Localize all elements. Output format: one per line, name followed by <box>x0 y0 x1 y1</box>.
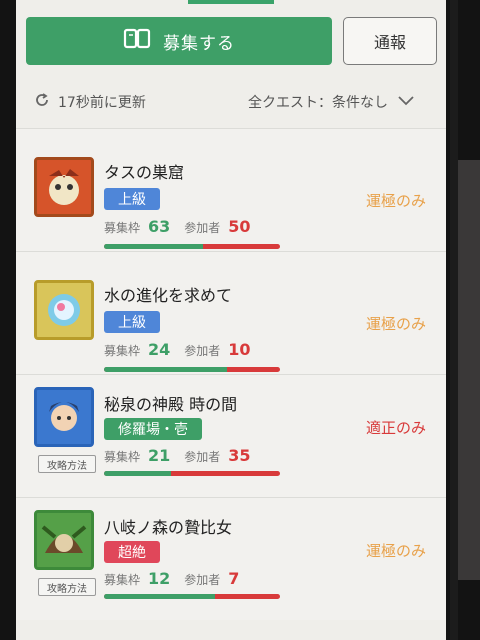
quest-stats: 募集枠 24 参加者 10 <box>104 340 251 359</box>
quest-list: タスの巣窟 上級 募集枠 63 参加者 50 運極のみ 水の進化を求めて 上級 … <box>16 128 446 620</box>
slots-count: 12 <box>148 569 171 588</box>
participants-count: 10 <box>228 340 251 359</box>
progress-fill <box>104 594 215 599</box>
difficulty-badge: 修羅場・壱 <box>104 418 202 440</box>
progress-fill <box>104 471 171 476</box>
condition-label: 運極のみ <box>365 192 426 210</box>
slots-count: 63 <box>148 217 171 236</box>
participants-label: 参加者 <box>184 573 221 587</box>
slots-count: 21 <box>148 446 171 465</box>
quest-stats: 募集枠 12 参加者 7 <box>104 569 239 588</box>
slots-label: 募集枠 <box>104 573 141 587</box>
recruit-label: 募集する <box>163 33 235 54</box>
difficulty-badge: 上級 <box>104 188 160 210</box>
condition-label: 適正のみ <box>365 419 426 437</box>
guide-button[interactable]: 攻略方法 <box>38 578 96 596</box>
guide-button[interactable]: 攻略方法 <box>38 455 96 473</box>
report-button[interactable]: 通報 <box>343 17 437 65</box>
monster-thumbnail <box>34 510 94 570</box>
quest-title: タスの巣窟 <box>104 163 185 182</box>
quest-filter-dropdown[interactable]: 全クエスト：条件なし <box>248 92 414 112</box>
condition-label: 運極のみ <box>365 542 426 560</box>
slots-count: 24 <box>148 340 171 359</box>
progress-fill <box>104 367 228 372</box>
quest-title: 秘泉の神殿 時の間 <box>104 395 238 414</box>
refresh-status[interactable]: 17秒前に更新 <box>34 92 146 112</box>
participants-label: 参加者 <box>184 450 221 464</box>
app-screen: 募集する 通報 17秒前に更新 全クエスト：条件なし タスの巣窟 上級 募集枠 … <box>16 0 446 640</box>
participants-label: 参加者 <box>184 344 221 358</box>
quest-title: 水の進化を求めて <box>104 286 233 305</box>
slots-label: 募集枠 <box>104 221 141 235</box>
difficulty-badge: 超絶 <box>104 541 160 563</box>
device-bezel <box>450 0 458 640</box>
refresh-icon <box>34 92 50 112</box>
participants-label: 参加者 <box>184 221 221 235</box>
difficulty-badge: 上級 <box>104 311 160 333</box>
monster-thumbnail <box>34 387 94 447</box>
quest-stats: 募集枠 21 参加者 35 <box>104 446 251 465</box>
book-icon <box>123 28 151 55</box>
updated-text: 17秒前に更新 <box>58 95 146 111</box>
participants-count: 35 <box>228 446 251 465</box>
participants-count: 50 <box>228 217 251 236</box>
tab-indicator <box>188 0 274 4</box>
quest-title: 八岐ノ森の贄比女 <box>104 518 233 537</box>
quest-stats: 募集枠 63 参加者 50 <box>104 217 251 236</box>
device-edge <box>458 160 480 580</box>
condition-label: 運極のみ <box>365 315 426 333</box>
list-item[interactable]: 攻略方法 八岐ノ森の贄比女 超絶 募集枠 12 参加者 7 運極のみ <box>16 497 446 620</box>
progress-bar <box>104 244 280 249</box>
monster-thumbnail <box>34 157 94 217</box>
participants-count: 7 <box>228 569 240 588</box>
list-item[interactable]: 水の進化を求めて 上級 募集枠 24 参加者 10 運極のみ <box>16 251 446 374</box>
list-item[interactable]: タスの巣窟 上級 募集枠 63 参加者 50 運極のみ <box>16 128 446 251</box>
slots-label: 募集枠 <box>104 344 141 358</box>
progress-bar <box>104 594 280 599</box>
list-item[interactable]: 攻略方法 秘泉の神殿 時の間 修羅場・壱 募集枠 21 参加者 35 適正のみ <box>16 374 446 497</box>
progress-fill <box>104 244 203 249</box>
progress-bar <box>104 367 280 372</box>
progress-bar <box>104 471 280 476</box>
recruit-button[interactable]: 募集する <box>26 17 332 65</box>
monster-thumbnail <box>34 280 94 340</box>
filter-text: 全クエスト：条件なし <box>248 95 388 111</box>
chevron-down-icon <box>398 94 414 110</box>
slots-label: 募集枠 <box>104 450 141 464</box>
